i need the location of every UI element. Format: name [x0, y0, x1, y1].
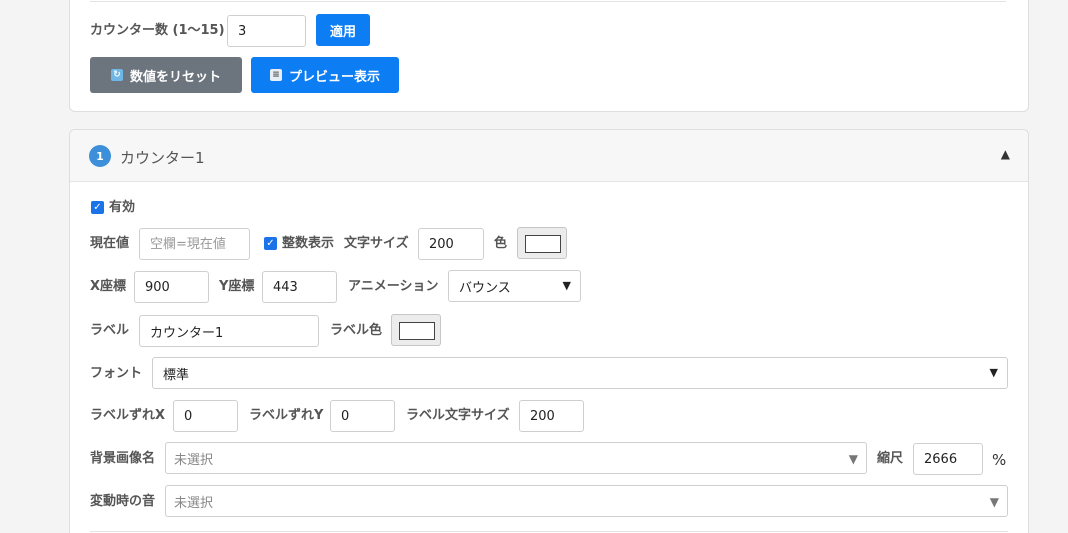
- font-select[interactable]: 標準 ▼: [152, 357, 1008, 389]
- color-label: 色: [494, 236, 508, 251]
- current-value-label: 現在値: [90, 236, 130, 251]
- label-input[interactable]: [139, 315, 319, 347]
- label-color-swatch: [399, 322, 435, 340]
- animation-label: アニメーション: [348, 279, 439, 294]
- font-size-label: 文字サイズ: [344, 236, 409, 251]
- chevron-down-icon: ▼: [848, 452, 858, 466]
- font-label: フォント: [90, 366, 143, 381]
- sound-select[interactable]: 未選択 ▼: [165, 485, 1008, 517]
- chevron-down-icon: ▼: [989, 366, 998, 379]
- scale-label: 縮尺: [877, 451, 904, 466]
- chevron-down-icon: ▼: [562, 279, 571, 292]
- label-color-label: ラベル色: [330, 323, 383, 338]
- reset-values-button[interactable]: ↻ 数値をリセット: [90, 57, 242, 93]
- settings-card: カウンター数 (1〜15) 適用 ↻ 数値をリセット ≡ プレビュー表示: [69, 0, 1029, 112]
- y-coordinate-input[interactable]: [262, 271, 337, 303]
- color-picker[interactable]: [517, 227, 567, 259]
- bg-image-selected: 未選択: [174, 452, 214, 468]
- label-offset-y-label: ラベルずれY: [249, 408, 324, 423]
- integer-display-checkbox[interactable]: ✓: [264, 237, 277, 250]
- bg-image-label: 背景画像名: [90, 451, 156, 466]
- sound-selected: 未選択: [174, 495, 214, 511]
- sound-label: 変動時の音: [90, 494, 156, 509]
- font-selected: 標準: [163, 367, 190, 383]
- counter-header[interactable]: 1 カウンター1 ▲: [70, 130, 1028, 182]
- animation-select[interactable]: バウンス ▼: [448, 270, 581, 302]
- bg-image-select[interactable]: 未選択 ▼: [165, 442, 867, 474]
- triangle-up-icon[interactable]: ▲: [1001, 147, 1010, 161]
- integer-display-label: 整数表示: [282, 236, 335, 251]
- label-offset-x-input[interactable]: [173, 400, 238, 432]
- counter-index-badge: 1: [89, 145, 111, 167]
- label-font-size-input[interactable]: [519, 400, 584, 432]
- x-coordinate-label: X座標: [90, 279, 127, 294]
- refresh-icon: ↻: [110, 69, 123, 81]
- animation-selected: バウンス: [459, 280, 511, 296]
- section-divider: [90, 531, 1008, 532]
- label-color-picker[interactable]: [391, 314, 441, 346]
- apply-button[interactable]: 適用: [316, 14, 370, 46]
- chevron-down-icon: ▼: [989, 495, 999, 509]
- scale-input[interactable]: [913, 443, 983, 475]
- label-offset-x-label: ラベルずれX: [90, 408, 166, 423]
- font-size-input[interactable]: [418, 228, 484, 260]
- counter-title: カウンター1: [120, 149, 205, 167]
- preview-button[interactable]: ≡ プレビュー表示: [251, 57, 399, 93]
- preview-label: プレビュー表示: [288, 69, 380, 85]
- scale-unit: %: [992, 451, 1007, 469]
- counter-count-input[interactable]: [227, 15, 306, 47]
- label-offset-y-input[interactable]: [330, 400, 395, 432]
- settings-divider: [90, 1, 1006, 2]
- label-font-size-label: ラベル文字サイズ: [406, 408, 510, 423]
- label-label: ラベル: [90, 323, 130, 338]
- counter-card: 1 カウンター1 ▲ ✓ 有効 現在値 ✓ 整数表示 文字サイズ 色 X座標 Y…: [69, 129, 1029, 533]
- y-coordinate-label: Y座標: [219, 279, 255, 294]
- document-icon: ≡: [269, 69, 282, 81]
- enabled-label: 有効: [109, 200, 136, 215]
- reset-values-label: 数値をリセット: [129, 69, 221, 85]
- enabled-checkbox[interactable]: ✓: [91, 201, 104, 214]
- current-value-input[interactable]: [139, 228, 250, 260]
- counter-count-label: カウンター数 (1〜15): [90, 23, 225, 38]
- color-swatch: [525, 235, 561, 253]
- x-coordinate-input[interactable]: [134, 271, 209, 303]
